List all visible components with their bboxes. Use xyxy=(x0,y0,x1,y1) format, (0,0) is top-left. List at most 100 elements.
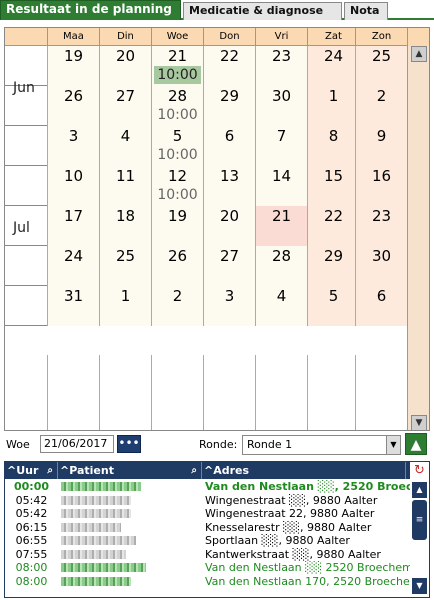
day-number: 17 xyxy=(63,207,84,225)
calendar-day-cell[interactable]: 5 xyxy=(307,286,359,326)
calendar-day-cell[interactable]: 1 xyxy=(99,286,151,326)
calendar-day-cell[interactable]: 22 xyxy=(203,46,255,86)
appointment-time[interactable]: 10:00 xyxy=(152,106,203,124)
empty-column xyxy=(47,355,99,430)
calendar-day-cell[interactable]: 27 xyxy=(203,246,255,286)
calendar-day-cell[interactable]: 2 xyxy=(151,286,203,326)
search-icon[interactable]: ⌕ xyxy=(47,462,53,479)
time-cell: 07:55 xyxy=(15,547,48,561)
calendar-day-cell[interactable]: 23 xyxy=(355,206,407,246)
calendar-day-cell[interactable]: 17 xyxy=(47,206,99,246)
grid-scroll-thumb[interactable]: ≡ xyxy=(412,500,427,540)
calendar-day-cell[interactable]: 1 xyxy=(307,86,359,126)
day-number: 19 xyxy=(167,207,188,225)
calendar-day-cell[interactable]: 25 xyxy=(355,46,407,86)
table-row[interactable]: 07:55 Kantwerkstraat ░░, 9880 Aalter xyxy=(5,548,410,561)
calendar-scrollbar[interactable]: ▲ ▼ xyxy=(407,46,429,430)
day-number: 13 xyxy=(219,167,240,185)
calendar-day-cell[interactable]: 22 xyxy=(307,206,359,246)
calendar-week: 19 20 21 10:00 22 23 24 25 xyxy=(5,46,407,86)
scroll-up-icon[interactable]: ▲ xyxy=(411,46,427,62)
calendar-day-cell[interactable]: 16 xyxy=(355,166,407,206)
calendar-day-cell[interactable]: 26 xyxy=(47,86,99,126)
calendar-day-cell[interactable]: 28 10:00 xyxy=(151,86,203,126)
time-cell: 08:00 xyxy=(15,574,48,588)
tab-medicatie[interactable]: Medicatie & diagnose xyxy=(183,2,342,20)
table-row[interactable]: 08:00 Van den Nestlaan 170, 2520 Broechem xyxy=(5,575,410,588)
calendar-day-cell[interactable]: 2 xyxy=(355,86,407,126)
calendar-day-cell[interactable]: 23 xyxy=(255,46,307,86)
table-row[interactable]: 06:55 Sportlaan ░░, 9880 Aalter xyxy=(5,534,410,547)
calendar-day-cell[interactable]: 29 xyxy=(307,246,359,286)
calendar-day-cell[interactable]: 21 10:00 xyxy=(151,46,203,86)
column-header-patient[interactable]: ^Patient ⌕ xyxy=(58,462,202,479)
redacted-name xyxy=(61,482,141,491)
calendar-day-cell[interactable]: 24 xyxy=(47,246,99,286)
calendar-day-cell[interactable]: 12 10:00 xyxy=(151,166,203,206)
appointment-time[interactable]: 10:00 xyxy=(152,146,203,164)
table-row[interactable]: 05:42 Wingenestraat ░░, 9880 Aalter xyxy=(5,494,410,507)
tab-nota[interactable]: Nota xyxy=(344,2,388,20)
calendar-day-cell[interactable]: 8 xyxy=(307,126,359,166)
calendar-day-cell[interactable]: 3 xyxy=(203,286,255,326)
calendar-week: 3 4 5 10:00 6 7 8 9 xyxy=(5,126,407,166)
calendar-day-cell[interactable]: 19 xyxy=(151,206,203,246)
scroll-down-icon[interactable]: ▼ xyxy=(411,415,427,430)
column-header-adres[interactable]: ^Adres xyxy=(202,462,406,479)
day-number: 18 xyxy=(115,207,136,225)
calendar-day-cell[interactable]: 10 xyxy=(47,166,99,206)
ronde-select[interactable]: Ronde 1 ▼ xyxy=(242,435,401,455)
date-picker-button[interactable]: ••• xyxy=(117,435,141,453)
calendar-day-cell[interactable]: 3 xyxy=(47,126,99,166)
calendar-day-cell[interactable]: 18 xyxy=(99,206,151,246)
calendar-day-cell[interactable]: 29 xyxy=(203,86,255,126)
search-icon[interactable]: ⌕ xyxy=(191,462,197,479)
table-row[interactable]: 08:00 Van den Nestlaan ░░ 2520 Broechem xyxy=(5,561,410,574)
calendar-day-cell[interactable]: 6 xyxy=(203,126,255,166)
calendar-day-cell[interactable]: 24 xyxy=(307,46,359,86)
chevron-down-icon[interactable]: ▼ xyxy=(386,436,400,454)
move-up-button[interactable]: ▲ xyxy=(405,433,427,455)
calendar-day-cell[interactable]: 19 xyxy=(47,46,99,86)
calendar-day-cell[interactable]: 21 xyxy=(255,206,307,246)
table-row[interactable]: 05:42 Wingenestraat 22, 9880 Aalter xyxy=(5,507,410,520)
calendar-day-cell[interactable]: 11 xyxy=(99,166,151,206)
controls-bar: Woe 21/06/2017 ••• Ronde: Ronde 1 ▼ ▲ xyxy=(0,433,434,457)
day-header-zat: Zat xyxy=(307,28,359,46)
table-row[interactable]: 00:00 Van den Nestlaan ░░, 2520 Broechem xyxy=(5,480,410,493)
day-header-maa: Maa xyxy=(47,28,99,46)
calendar-day-cell[interactable]: 15 xyxy=(307,166,359,206)
calendar-day-cell[interactable]: 14 xyxy=(255,166,307,206)
calendar-day-cell[interactable]: 28 xyxy=(255,246,307,286)
appointment-time[interactable]: 10:00 xyxy=(152,186,203,204)
scroll-down-icon[interactable]: ▼ xyxy=(412,578,427,594)
day-number: 24 xyxy=(323,47,344,65)
calendar-day-cell[interactable]: 13 xyxy=(203,166,255,206)
calendar-day-cell[interactable]: 20 xyxy=(99,46,151,86)
patient-cell-redacted xyxy=(58,494,202,507)
calendar-day-cell[interactable]: 30 xyxy=(355,246,407,286)
calendar-day-cell[interactable]: 25 xyxy=(99,246,151,286)
day-header-vri: Vri xyxy=(255,28,307,46)
calendar-day-cell[interactable]: 7 xyxy=(255,126,307,166)
table-row[interactable]: 06:15 Knesselarestr ░░, 9880 Aalter xyxy=(5,521,410,534)
calendar-day-cell[interactable]: 9 xyxy=(355,126,407,166)
tab-resultaat[interactable]: Resultaat in de planning xyxy=(0,0,181,20)
scroll-up-icon[interactable]: ▲ xyxy=(412,482,427,498)
time-cell: 06:55 xyxy=(15,534,48,547)
calendar-day-cell[interactable]: 5 10:00 xyxy=(151,126,203,166)
calendar-day-cell[interactable]: 26 xyxy=(151,246,203,286)
calendar-day-cell[interactable]: 31 xyxy=(47,286,99,326)
calendar-day-cell[interactable]: 4 xyxy=(255,286,307,326)
appointment-time[interactable]: 10:00 xyxy=(154,66,201,84)
refresh-icon[interactable]: ↻ xyxy=(412,462,427,479)
calendar-day-cell[interactable]: 30 xyxy=(255,86,307,126)
calendar-day-cell[interactable]: 6 xyxy=(355,286,407,326)
calendar-empty-area xyxy=(5,355,407,430)
calendar-day-cell[interactable]: 27 xyxy=(99,86,151,126)
column-header-uur[interactable]: ^Uur ⌕ xyxy=(5,462,58,479)
calendar-day-cell[interactable]: 20 xyxy=(203,206,255,246)
date-field[interactable]: 21/06/2017 xyxy=(40,435,114,453)
day-number: 25 xyxy=(371,47,392,65)
calendar-day-cell[interactable]: 4 xyxy=(99,126,151,166)
